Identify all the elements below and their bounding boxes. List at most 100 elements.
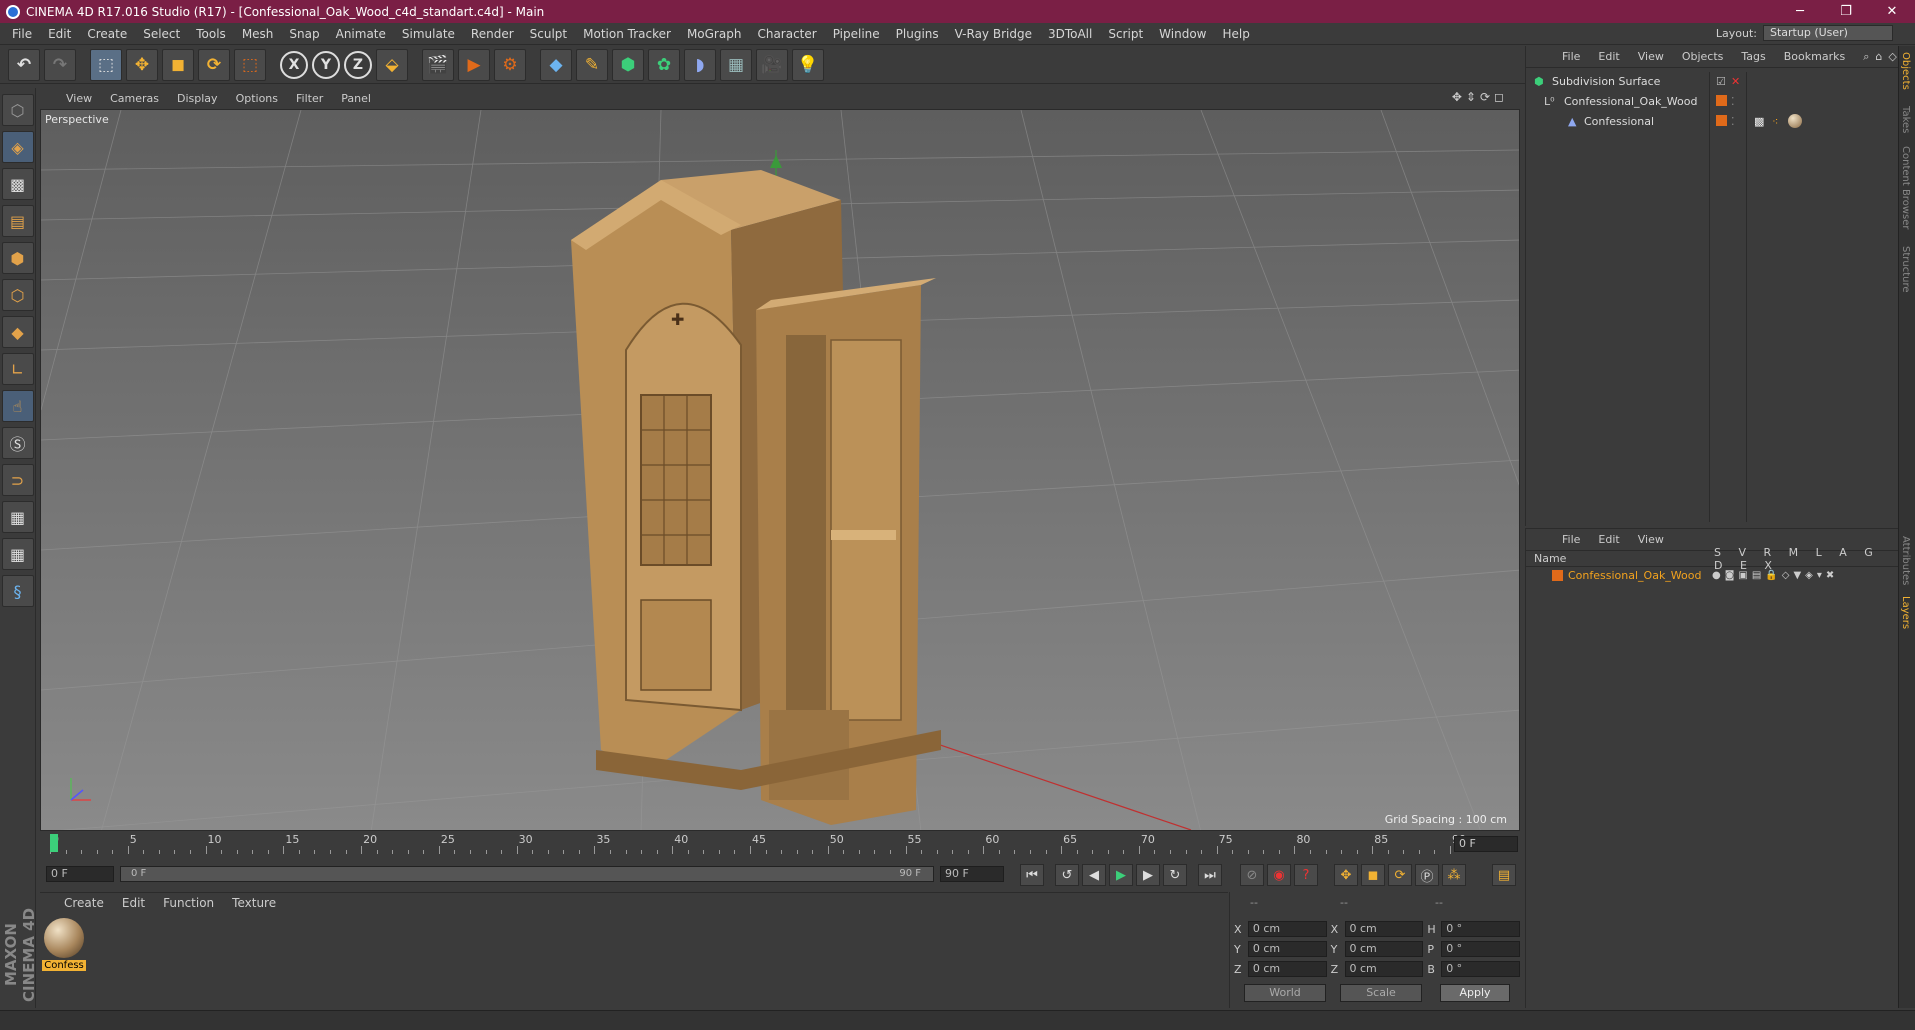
layer-color-tag[interactable] xyxy=(1716,115,1727,126)
playhead-marker[interactable] xyxy=(50,834,58,852)
rotation-b-field[interactable]: 0 ° xyxy=(1441,961,1521,977)
viewport-menu-filter[interactable]: Filter xyxy=(296,92,323,105)
perspective-viewport[interactable]: ✚ Perspective Grid Spacing : 100 cm xyxy=(40,109,1520,831)
rotation-p-field[interactable]: 0 ° xyxy=(1441,941,1521,957)
uvw-tag-icon[interactable]: ▩ xyxy=(1754,115,1764,128)
material-menu-create[interactable]: Create xyxy=(64,896,104,910)
object-menu-bookmarks[interactable]: Bookmarks xyxy=(1784,50,1845,63)
menu-simulate[interactable]: Simulate xyxy=(394,27,463,41)
viewport-menu-display[interactable]: Display xyxy=(177,92,218,105)
menu-sculpt[interactable]: Sculpt xyxy=(522,27,575,41)
step-back-icon[interactable]: ◀ xyxy=(1082,864,1106,886)
menu-motion-tracker[interactable]: Motion Tracker xyxy=(575,27,679,41)
workplane-mode-icon[interactable]: ▤ xyxy=(1,205,34,237)
move-icon[interactable]: ✥ xyxy=(126,48,158,81)
position-z-field[interactable]: 0 cm xyxy=(1247,961,1327,977)
polygons-mode-icon[interactable]: ◆ xyxy=(1,316,34,348)
menu-script[interactable]: Script xyxy=(1100,27,1151,41)
visibility-dots-icon[interactable]: ⁚ xyxy=(1731,115,1735,128)
menu-mesh[interactable]: Mesh xyxy=(234,27,282,41)
floor-icon[interactable]: ▦ xyxy=(720,48,752,81)
play-icon[interactable]: ▶ xyxy=(1109,864,1133,886)
locked-workplane-icon[interactable]: ▦ xyxy=(1,501,34,533)
coord-system-dropdown[interactable]: World xyxy=(1244,984,1326,1002)
menu-edit[interactable]: Edit xyxy=(40,27,79,41)
menu-animate[interactable]: Animate xyxy=(328,27,394,41)
menu-create[interactable]: Create xyxy=(79,27,135,41)
visibility-dots-icon[interactable]: ⁚ xyxy=(1731,95,1735,108)
material-swatch[interactable]: Confess xyxy=(42,918,86,978)
deformer-icon[interactable]: ◗ xyxy=(684,48,716,81)
menu-render[interactable]: Render xyxy=(463,27,522,41)
key-position-icon[interactable]: ✥ xyxy=(1334,864,1358,886)
key-scale-icon[interactable]: ◼ xyxy=(1361,864,1385,886)
minimize-icon[interactable]: ─ xyxy=(1777,0,1823,23)
record-icon[interactable]: ◉ xyxy=(1267,864,1291,886)
layout-dropdown[interactable]: Startup (User) xyxy=(1763,25,1893,41)
step-forward-icon[interactable]: ▶ xyxy=(1136,864,1160,886)
edit-render-settings-icon[interactable]: ⚙ xyxy=(494,48,526,81)
object-row-subdivision[interactable]: ⬢ Subdivision Surface ☑ ✕ xyxy=(1526,72,1899,90)
size-y-field[interactable]: 0 cm xyxy=(1344,941,1424,957)
start-frame-field[interactable]: 0 F xyxy=(46,866,114,882)
array-icon[interactable]: ✿ xyxy=(648,48,680,81)
layer-toggle-icons[interactable]: ●◙▣▤🔒◇▼◈▾✖ xyxy=(1712,570,1838,581)
object-row-oak-wood[interactable]: L⁰ Confessional_Oak_Wood ⁚ xyxy=(1526,92,1899,110)
undo-icon[interactable]: ↶ xyxy=(8,48,40,81)
side-tab-layers[interactable]: Layers xyxy=(1900,596,1911,629)
z-axis-lock-icon[interactable]: Z xyxy=(344,50,372,79)
key-pla-icon[interactable]: ⁂ xyxy=(1442,864,1466,886)
planar-workplane-icon[interactable]: ▦ xyxy=(1,538,34,570)
edges-mode-icon[interactable]: ⬡ xyxy=(1,279,34,311)
side-tab-structure[interactable]: Structure xyxy=(1900,246,1911,293)
side-tab-content-browser[interactable]: Content Browser xyxy=(1900,146,1911,229)
texture-mode-icon[interactable]: ▩ xyxy=(1,168,34,200)
object-menu-tags[interactable]: Tags xyxy=(1741,50,1765,63)
position-y-field[interactable]: 0 cm xyxy=(1247,941,1327,957)
layer-menu-edit[interactable]: Edit xyxy=(1598,533,1619,546)
object-menu-view[interactable]: View xyxy=(1638,50,1664,63)
rotation-h-field[interactable]: 0 ° xyxy=(1441,921,1521,937)
restore-icon[interactable]: ❐ xyxy=(1823,0,1869,23)
object-row-confessional[interactable]: ▲ Confessional ⁚ ▩ ⁖ xyxy=(1526,112,1899,130)
apply-button[interactable]: Apply xyxy=(1440,984,1510,1002)
render-view-icon[interactable]: 🎬 xyxy=(422,48,454,81)
layer-color-tag[interactable] xyxy=(1716,95,1727,106)
material-menu-function[interactable]: Function xyxy=(163,896,214,910)
viewport-menu-options[interactable]: Options xyxy=(236,92,278,105)
menu-select[interactable]: Select xyxy=(135,27,188,41)
scale-icon[interactable]: ◼ xyxy=(162,48,194,81)
coord-mode-dropdown[interactable]: Scale xyxy=(1340,984,1422,1002)
end-frame-field[interactable]: 90 F xyxy=(940,866,1004,882)
subdivision-surface-icon[interactable]: ⬢ xyxy=(612,48,644,81)
magnet-icon[interactable]: ⊃ xyxy=(1,464,34,496)
points-mode-icon[interactable]: ⬢ xyxy=(1,242,34,274)
recent-tool-icon[interactable]: ⬚ xyxy=(234,48,266,81)
pen-spline-icon[interactable]: ✎ xyxy=(576,48,608,81)
edit-check-icon[interactable]: ☑ xyxy=(1716,75,1726,88)
menu-window[interactable]: Window xyxy=(1151,27,1214,41)
menu-plugins[interactable]: Plugins xyxy=(888,27,947,41)
rotate-icon[interactable]: ⟳ xyxy=(198,48,230,81)
key-parameter-icon[interactable]: Ⓟ xyxy=(1415,864,1439,886)
redo-icon[interactable]: ↷ xyxy=(44,48,76,81)
material-menu-texture[interactable]: Texture xyxy=(232,896,276,910)
timeline-ruler[interactable]: 051015202530354045505560657075808590 0 F xyxy=(40,832,1520,858)
model-mode-icon[interactable]: ◈ xyxy=(1,131,34,163)
position-x-field[interactable]: 0 cm xyxy=(1247,921,1327,937)
goto-start-icon[interactable]: ⏮ xyxy=(1020,864,1044,886)
enabled-x-icon[interactable]: ✕ xyxy=(1731,75,1740,88)
material-menu-edit[interactable]: Edit xyxy=(122,896,145,910)
goto-next-key-icon[interactable]: ↻ xyxy=(1163,864,1187,886)
camera-icon[interactable]: 🎥 xyxy=(756,48,788,81)
goto-end-icon[interactable]: ⏭ xyxy=(1198,864,1222,886)
menu-vray-bridge[interactable]: V-Ray Bridge xyxy=(947,27,1040,41)
menu-file[interactable]: File xyxy=(4,27,40,41)
preview-range-slider[interactable]: 0 F 90 F xyxy=(120,866,934,882)
current-frame-field[interactable]: 0 F xyxy=(1454,836,1518,852)
python-icon[interactable]: § xyxy=(1,575,34,607)
autokey-disabled-icon[interactable]: ⊘ xyxy=(1240,864,1264,886)
viewport-nav-icons[interactable]: ✥⇕⟳◻ xyxy=(1452,90,1508,104)
menu-mograph[interactable]: MoGraph xyxy=(679,27,750,41)
tweak-mode-icon[interactable]: ☝ xyxy=(1,390,34,422)
